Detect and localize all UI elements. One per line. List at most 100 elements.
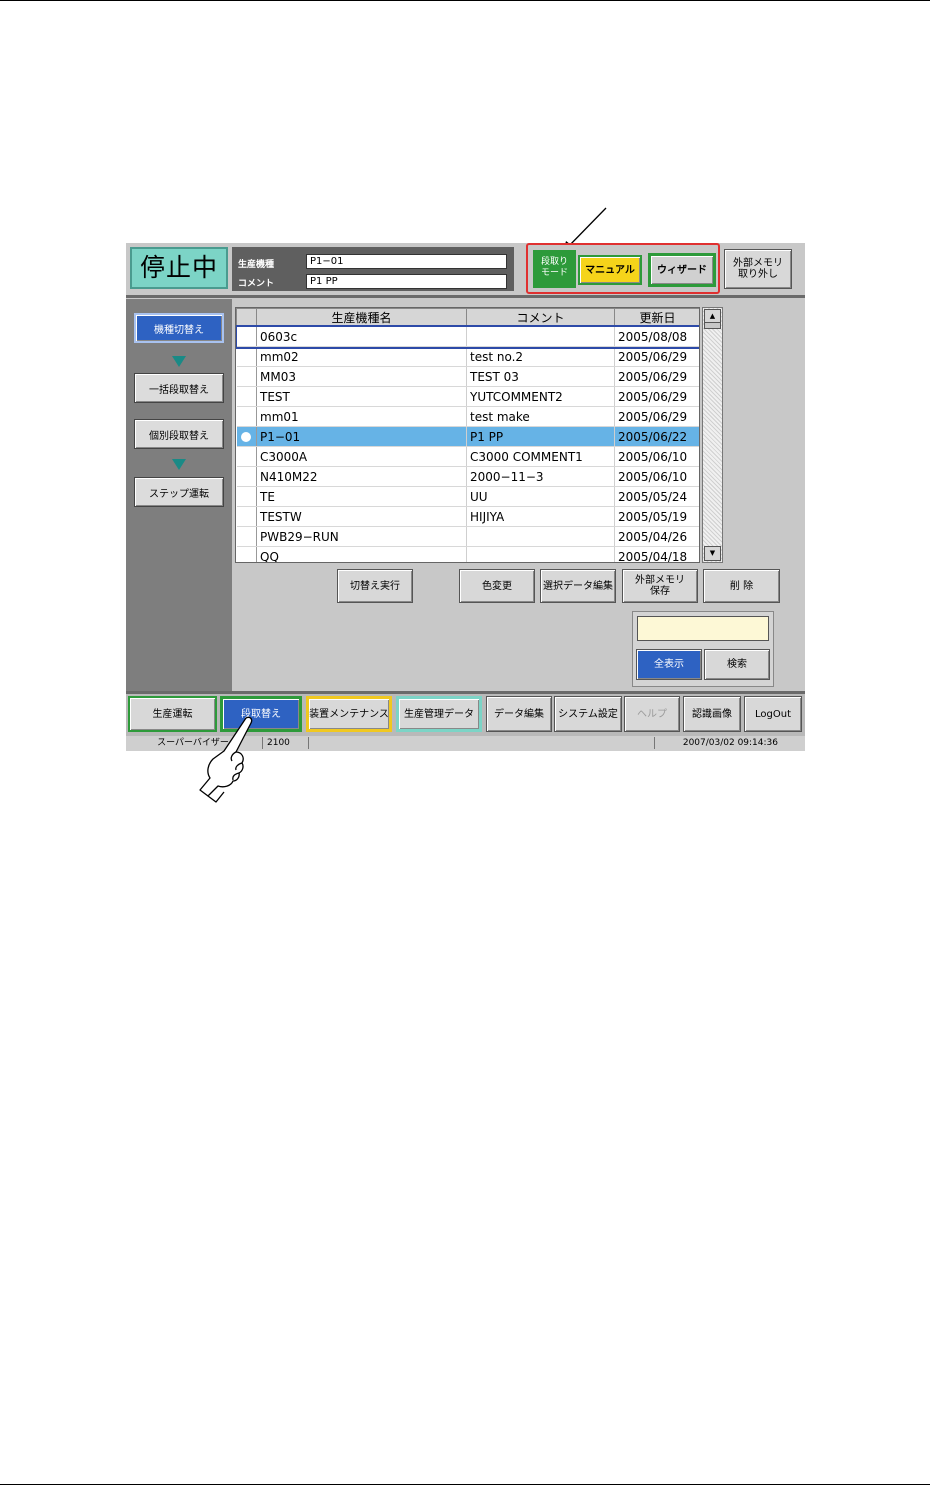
cell-comment [466, 326, 615, 347]
table-header-row: 生産機種名 コメント 更新日 [236, 308, 699, 327]
row-marker [236, 326, 257, 347]
manual-mode-button[interactable]: マニュアル [578, 255, 642, 285]
status-datetime: 2007/03/02 09:14:36 [654, 737, 804, 749]
cell-date: 2005/06/29 [614, 346, 699, 367]
row-marker [236, 386, 257, 407]
cell-comment [466, 546, 615, 562]
show-all-button[interactable]: 全表示 [636, 649, 702, 680]
flow-down-arrow-icon [172, 356, 186, 367]
comment-label: コメント [238, 279, 275, 289]
cell-date: 2005/04/18 [614, 546, 699, 562]
external-memory-save-button[interactable]: 外部メモリ 保存 [622, 569, 698, 603]
cell-model-name: 0603c [256, 326, 467, 347]
table-row[interactable]: C3000A C3000 COMMENT1 2005/06/10 [236, 446, 699, 467]
menu-system-settings[interactable]: システム設定 [554, 696, 622, 732]
cell-model-name: MM03 [256, 366, 467, 387]
sidebar-item-step-run[interactable]: ステップ運転 [134, 477, 224, 507]
table-row[interactable]: MM03 TEST 03 2005/06/29 [236, 366, 699, 387]
search-button[interactable]: 検索 [704, 649, 770, 680]
table-header-marker [236, 308, 257, 327]
wizard-mode-button[interactable]: ウィザード [648, 253, 716, 287]
model-label: 生産機種 [238, 260, 275, 270]
row-marker [236, 446, 257, 467]
cell-model-name: N410M22 [256, 466, 467, 487]
cell-date: 2005/08/08 [614, 326, 699, 347]
delete-button[interactable]: 削 除 [703, 569, 780, 603]
table-scrollbar[interactable]: ▲ ▼ [702, 307, 723, 563]
menu-maintenance[interactable]: 装置メンテナンス [306, 696, 392, 732]
cell-comment: YUTCOMMENT2 [466, 386, 615, 407]
scroll-down-icon[interactable]: ▼ [704, 546, 721, 561]
row-marker [236, 406, 257, 427]
page-bottom-rule [0, 1484, 930, 1485]
menu-data-edit[interactable]: データ編集 [486, 696, 552, 732]
row-marker [236, 486, 257, 507]
search-input[interactable] [637, 616, 769, 641]
header-separator [126, 295, 805, 298]
page-top-rule [0, 0, 930, 1]
scroll-thumb[interactable] [704, 322, 721, 329]
external-memory-remove-button[interactable]: 外部メモリ 取り外し [724, 249, 792, 289]
cell-date: 2005/05/24 [614, 486, 699, 507]
edit-selected-data-button[interactable]: 選択データ編集 [540, 569, 616, 603]
cell-comment: test make [466, 406, 615, 427]
search-panel: 全表示 検索 [632, 611, 774, 687]
row-marker [236, 466, 257, 487]
cell-comment: HIJIYA [466, 506, 615, 527]
table-row[interactable]: TEST YUTCOMMENT2 2005/06/29 [236, 386, 699, 407]
table-row[interactable]: N410M22 2000−11−3 2005/06/10 [236, 466, 699, 487]
table-row[interactable]: TE UU 2005/05/24 [236, 486, 699, 507]
menu-help[interactable]: ヘルプ [624, 696, 680, 732]
cell-date: 2005/06/22 [614, 426, 699, 447]
cell-model-name: TE [256, 486, 467, 507]
color-change-button[interactable]: 色変更 [459, 569, 535, 603]
row-marker [236, 426, 257, 447]
menu-production-data[interactable]: 生産管理データ [396, 696, 482, 732]
row-marker [236, 506, 257, 527]
cell-model-name: PWB29−RUN [256, 526, 467, 547]
model-field: P1−01 [306, 254, 507, 269]
table-row[interactable]: mm01 test make 2005/06/29 [236, 406, 699, 427]
row-marker [236, 526, 257, 547]
cell-model-name: TESTW [256, 506, 467, 527]
machine-status: 停止中 [130, 247, 228, 289]
sidebar-item-model-switch[interactable]: 機種切替え [134, 313, 224, 343]
cell-comment: C3000 COMMENT1 [466, 446, 615, 467]
cell-model-name: P1−01 [256, 426, 467, 447]
cell-date: 2005/06/10 [614, 446, 699, 467]
row-marker [236, 366, 257, 387]
cell-comment: test no.2 [466, 346, 615, 367]
cell-comment: P1 PP [466, 426, 615, 447]
table-header-name[interactable]: 生産機種名 [256, 308, 467, 327]
production-info-panel: 生産機種 P1−01 コメント P1 PP [232, 247, 514, 291]
table-header-date[interactable]: 更新日 [614, 308, 699, 327]
sidebar-item-individual-setup[interactable]: 個別段取替え [134, 419, 224, 449]
table-row[interactable]: 0603c 2005/08/08 [236, 324, 699, 349]
table-row[interactable]: P1−01 P1 PP 2005/06/22 [236, 426, 699, 447]
table-row[interactable]: TESTW HIJIYA 2005/05/19 [236, 506, 699, 527]
status-message [308, 737, 652, 749]
row-marker [236, 346, 257, 367]
table-row[interactable]: QQ 2005/04/18 [236, 546, 699, 562]
setup-mode-label: 段取り モード [533, 250, 576, 288]
sidebar-item-batch-setup[interactable]: 一括段取替え [134, 373, 224, 403]
cell-model-name: C3000A [256, 446, 467, 467]
table-row[interactable]: mm02 test no.2 2005/06/29 [236, 346, 699, 367]
flow-down-arrow-icon [172, 459, 186, 470]
table-header-comment[interactable]: コメント [466, 308, 615, 327]
cell-model-name: QQ [256, 546, 467, 562]
cell-date: 2005/04/26 [614, 526, 699, 547]
cell-model-name: mm02 [256, 346, 467, 367]
left-sidebar: 機種切替え 一括段取替え 個別段取替え ステップ運転 [126, 299, 232, 691]
selected-dot-icon [241, 431, 252, 442]
menu-logout[interactable]: LogOut [744, 696, 802, 732]
menu-recognition-image[interactable]: 認識画像 [683, 696, 741, 732]
cell-date: 2005/06/29 [614, 386, 699, 407]
cell-model-name: TEST [256, 386, 467, 407]
switch-execute-button[interactable]: 切替え実行 [337, 569, 413, 603]
status-code: 2100 [262, 737, 306, 749]
table-row[interactable]: PWB29−RUN 2005/04/26 [236, 526, 699, 547]
cell-date: 2005/06/29 [614, 366, 699, 387]
pointing-hand-icon [199, 716, 253, 803]
cell-comment [466, 526, 615, 547]
